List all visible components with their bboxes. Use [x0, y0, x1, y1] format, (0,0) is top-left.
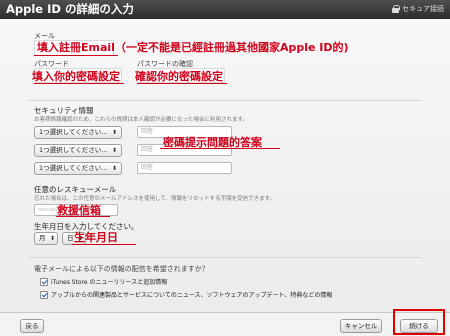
- security-answers-annotation: 密碼提示問題的答案: [163, 136, 262, 149]
- title-bar: Apple ID の詳細の入力 セキュア接続: [0, 0, 450, 19]
- email-annotation-underline: [34, 55, 118, 56]
- birth-month-select[interactable]: 月 ⬍: [34, 232, 58, 245]
- form-panel: メール 填入註冊Email（一定不能是已經註冊過其他國家Apple ID的) パ…: [0, 19, 450, 313]
- newsletter-apple-checkbox[interactable]: [40, 290, 48, 299]
- password-annotation-underline: [34, 83, 124, 84]
- email-preferences-question: 電子メールによる以下の情報の配信を希望されますか？: [34, 265, 209, 273]
- lock-icon: [392, 5, 401, 13]
- section-divider: [28, 100, 422, 101]
- newsletter-itunes-label: iTunes Store のニューリリースと追加情報: [51, 279, 168, 286]
- dropdown-arrow-icon: ⬍: [111, 147, 117, 154]
- security-question-3[interactable]: 1つ選択してください... ⬍: [34, 162, 122, 175]
- cancel-button[interactable]: キャンセル: [340, 319, 382, 333]
- dropdown-arrow-icon: ⬍: [111, 129, 117, 136]
- confirm-password-annotation: 確認你的密碼設定: [135, 70, 223, 83]
- email-annotation: 填入註冊Email（一定不能是已經註冊過其他國家Apple ID的): [37, 41, 349, 54]
- password-annotation: 填入你的密碼設定: [32, 70, 120, 83]
- secure-connection-label: セキュア接続: [402, 5, 444, 13]
- rescue-email-annotation: 救援信箱: [57, 204, 101, 217]
- secure-connection: セキュア接続: [392, 4, 444, 14]
- birthday-annotation-underline: [72, 244, 136, 245]
- footer-bar: 戻る キャンセル 続ける: [0, 313, 450, 336]
- security-question-1[interactable]: 1つ選択してください... ⬍: [34, 126, 122, 139]
- confirm-annotation-underline: [137, 83, 227, 84]
- birthday-annotation: 生年月日: [74, 231, 118, 244]
- section-divider: [28, 257, 422, 258]
- dropdown-arrow-icon: ⬍: [49, 235, 55, 242]
- page-title: Apple ID の詳細の入力: [6, 2, 134, 16]
- security-question-2[interactable]: 1つ選択してください... ⬍: [34, 144, 122, 157]
- security-description: お客様情報確認のため、これらの質問は本人確認が必要になった場合に利用されます。: [34, 117, 248, 123]
- rescue-annotation-underline: [56, 216, 110, 217]
- newsletter-itunes-checkbox-row[interactable]: iTunes Store のニューリリースと追加情報: [40, 277, 167, 286]
- back-button[interactable]: 戻る: [20, 319, 44, 333]
- security-annotation-underline: [160, 148, 280, 149]
- dropdown-arrow-icon: ⬍: [111, 165, 117, 172]
- continue-button-highlight: [393, 309, 445, 335]
- rescue-email-description: 忘れた場合は、この任意のメールアドレスを使用して、情報をリセットする手順を受信で…: [34, 196, 276, 202]
- newsletter-apple-checkbox-row[interactable]: アップルからの関連製品とサービスについてのニュース、ソフトウェアのアップデート、…: [40, 290, 332, 299]
- newsletter-apple-label: アップルからの関連製品とサービスについてのニュース、ソフトウェアのアップデート、…: [51, 292, 333, 299]
- security-answer-3[interactable]: 回答: [137, 162, 232, 174]
- newsletter-itunes-checkbox[interactable]: [40, 277, 48, 286]
